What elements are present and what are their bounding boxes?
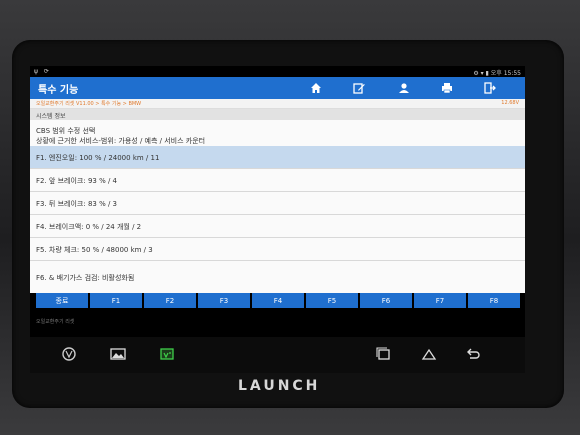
edit-icon xyxy=(353,83,365,94)
battery-voltage: 12.68V xyxy=(501,100,519,106)
user-icon xyxy=(399,83,409,93)
vci-button[interactable] xyxy=(156,346,178,362)
list-item[interactable]: F2. 앞 브레이크: 93 % / 4 xyxy=(30,169,525,192)
list-item-label: F3. 뒤 브레이크: 83 % / 3 xyxy=(36,200,117,208)
list-item-label: F6. & 배기가스 검검: 비활성화됨 xyxy=(36,274,135,282)
image-icon xyxy=(110,348,126,360)
page-title: 특수 기능 xyxy=(38,85,79,96)
recent-apps-button[interactable] xyxy=(372,346,394,362)
f7-key[interactable]: F7 xyxy=(414,293,466,308)
f6-key[interactable]: F6 xyxy=(360,293,412,308)
recent-apps-icon xyxy=(376,347,390,360)
launch-home-button[interactable] xyxy=(58,346,80,362)
status-left: ψ ⟳ xyxy=(34,68,51,75)
description-subtitle: 상황에 근거한 서비스-범위: 가용성 / 예측 / 서비스 카운터 xyxy=(36,137,206,145)
screen: ψ ⟳ ⚙ ▾ ▮ 오후 15:55 특수 기능 오일교환주기 리셋 V11.0… xyxy=(30,66,525,373)
print-icon xyxy=(442,83,452,94)
edit-button[interactable] xyxy=(346,80,372,96)
home-icon xyxy=(311,83,321,93)
home-nav-button[interactable] xyxy=(418,346,440,362)
f3-key[interactable]: F3 xyxy=(198,293,250,308)
exit-button[interactable] xyxy=(477,80,503,96)
list-item[interactable]: F5. 차량 체크: 50 % / 48000 km / 3 xyxy=(30,238,525,261)
breadcrumb-bar: 오일교환주기 리셋 V11.00 > 특수 기능 > BMW 12.68V xyxy=(30,99,525,109)
content-panel: CBS 범위 수정 선택 상황에 근거한 서비스-범위: 가용성 / 예측 / … xyxy=(30,120,525,293)
list-item[interactable]: F3. 뒤 브레이크: 83 % / 3 xyxy=(30,192,525,215)
description-title: CBS 범위 수정 선택 xyxy=(36,127,96,135)
section-header: 시스템 정보 xyxy=(30,109,525,120)
section-title: 시스템 정보 xyxy=(36,113,66,120)
function-key-bar: 종료 F1 F2 F3 F4 F5 F6 F7 F8 xyxy=(36,293,520,308)
f4-key[interactable]: F4 xyxy=(252,293,304,308)
description: CBS 범위 수정 선택 상황에 근거한 서비스-범위: 가용성 / 예측 / … xyxy=(36,126,205,146)
back-arrow-icon xyxy=(467,348,480,359)
list-item-label: F2. 앞 브레이크: 93 % / 4 xyxy=(36,177,117,185)
f2-key[interactable]: F2 xyxy=(144,293,196,308)
exit-key[interactable]: 종료 xyxy=(36,293,88,308)
app-bar: 특수 기능 xyxy=(30,77,525,99)
list-item[interactable]: F1. 엔진오일: 100 % / 24000 km / 11 xyxy=(30,146,525,169)
brand-logo: LAUNCH xyxy=(238,378,321,394)
list-item[interactable]: F6. & 배기가스 검검: 비활성화됨 xyxy=(30,261,525,293)
list-item-label: F1. 엔진오일: 100 % / 24000 km / 11 xyxy=(36,154,160,162)
f1-key[interactable]: F1 xyxy=(90,293,142,308)
breadcrumb: 오일교환주기 리셋 V11.00 > 특수 기능 > BMW xyxy=(36,101,142,107)
home-button[interactable] xyxy=(303,80,329,96)
list-item-label: F5. 차량 체크: 50 % / 48000 km / 3 xyxy=(36,246,153,254)
f8-key[interactable]: F8 xyxy=(468,293,520,308)
f5-key[interactable]: F5 xyxy=(306,293,358,308)
vci-icon xyxy=(160,348,174,360)
launch-logo-icon xyxy=(62,347,76,361)
exit-icon xyxy=(484,82,496,94)
list-item-label: F4. 브레이크액: 0 % / 24 개월 / 2 xyxy=(36,223,142,231)
list-item[interactable]: F4. 브레이크액: 0 % / 24 개월 / 2 xyxy=(30,215,525,238)
android-nav-bar xyxy=(30,337,525,373)
footer-text: 오일교환주기 리셋 xyxy=(36,319,75,325)
print-button[interactable] xyxy=(434,80,460,96)
status-bar: ψ ⟳ ⚙ ▾ ▮ 오후 15:55 xyxy=(30,66,525,77)
user-button[interactable] xyxy=(391,80,417,96)
status-right: ⚙ ▾ ▮ 오후 15:55 xyxy=(473,70,521,77)
home-nav-icon xyxy=(421,348,437,360)
gallery-button[interactable] xyxy=(107,346,129,362)
back-button[interactable] xyxy=(462,346,484,362)
